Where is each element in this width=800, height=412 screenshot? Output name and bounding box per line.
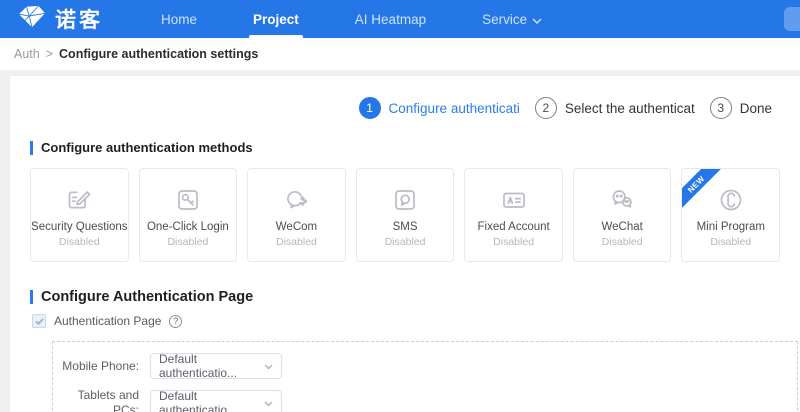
method-name: One-Click Login [146,221,229,233]
methods-section-header: Configure authentication methods [30,140,800,155]
step-1-configure: 1 Configure authenticati [358,97,520,119]
method-status: Disabled [601,236,643,248]
step-number: 2 [534,97,557,119]
chevron-down-icon [264,359,273,373]
content-panel: 1 Configure authenticati 2 Select the au… [10,76,800,412]
nav-item-label: Project [253,11,299,27]
card-security-questions[interactable]: Security Questions Disabled [30,168,129,262]
one-click-login-icon [172,182,204,218]
sms-icon [389,182,421,218]
step-label: Done [739,100,772,116]
top-navbar: 诺客 Home Project AI Heatmap Service [0,0,800,38]
breadcrumb-separator: > [45,47,54,61]
tablets-pcs-select[interactable]: Default authenticatio... [150,389,282,412]
auth-method-cards: Security Questions Disabled One-Click Lo… [30,168,781,262]
active-tab-indicator [249,35,303,38]
page-background: 1 Configure authenticati 2 Select the au… [0,70,800,412]
method-name: WeCom [275,221,318,233]
step-number: 1 [358,97,381,119]
card-sms[interactable]: SMS Disabled [355,168,455,262]
method-status: Disabled [58,236,100,248]
step-label: Configure authenticati [388,100,520,116]
steps-indicator: 1 Configure authenticati 2 Select the au… [10,76,800,119]
method-status: Disabled [276,236,317,248]
card-fixed-account[interactable]: Fixed Account Disabled [464,168,563,262]
mobile-phone-select[interactable]: Default authenticatio... [150,352,282,380]
new-badge: NEW [682,169,728,215]
mobile-phone-row: Mobile Phone: Default authenticatio... [53,352,797,380]
app-logo[interactable]: 诺客 [16,4,103,35]
nav-item-label: AI Heatmap [354,11,427,27]
breadcrumb-parent[interactable]: Auth [14,47,40,61]
fixed-account-icon [498,182,530,218]
step-3-done: 3 Done [709,97,772,119]
card-one-click-login[interactable]: One-Click Login Disabled [138,168,238,262]
method-name: Fixed Account [477,221,550,233]
field-label: Mobile Phone: [62,358,139,373]
chevron-down-icon [264,396,273,410]
method-status: Disabled [710,236,752,248]
method-status: Disabled [167,236,209,248]
card-mini-program[interactable]: NEW Mini Program Disabled [681,168,781,262]
navbar-edge-button[interactable] [784,7,800,31]
nav-item-service[interactable]: Service [454,0,570,38]
wechat-icon [606,182,638,218]
wecom-icon [280,182,312,218]
step-number: 3 [709,97,732,119]
method-status: Disabled [493,236,535,248]
section-title: Configure authentication methods [41,140,253,155]
auth-page-section-header: Configure Authentication Page [30,289,800,305]
tablets-pcs-row: Tablets and PCs: Default authenticatio..… [53,388,797,412]
gem-logo-icon [16,4,48,35]
chevron-down-icon [532,1,542,38]
method-name: Security Questions [31,221,128,233]
breadcrumb-current: Configure authentication settings [59,47,259,61]
new-badge-label: NEW [682,169,725,213]
nav-item-label: Home [161,11,198,27]
card-wechat[interactable]: WeChat Disabled [572,168,672,262]
logo-text: 诺客 [55,9,103,32]
step-label: Select the authenticat [564,100,695,116]
step-2-select: 2 Select the authenticat [534,97,695,119]
authentication-page-row: Authentication Page ? [32,314,800,328]
method-status: Disabled [384,236,426,248]
nav-item-label: Service [482,11,528,27]
help-icon[interactable]: ? [169,314,183,328]
nav-item-ai-heatmap[interactable]: AI Heatmap [327,0,454,38]
method-name: WeChat [601,221,643,233]
checkbox-label: Authentication Page [54,314,162,328]
authentication-page-checkbox[interactable] [32,314,46,328]
method-name: Mini Program [696,221,765,233]
nav-item-home[interactable]: Home [133,0,225,38]
section-accent-bar [30,290,33,304]
main-navigation: Home Project AI Heatmap Service [133,0,570,38]
breadcrumb: Auth > Configure authentication settings [0,38,800,70]
nav-item-project[interactable]: Project [225,0,327,38]
select-value: Default authenticatio... [159,352,238,380]
auth-page-config-area: Mobile Phone: Default authenticatio... T… [52,341,798,412]
card-wecom[interactable]: WeCom Disabled [247,168,346,262]
section-accent-bar [30,140,33,155]
security-questions-icon [63,182,95,218]
select-value: Default authenticatio... [159,389,238,412]
section-title: Configure Authentication Page [41,289,254,305]
method-name: SMS [392,221,418,233]
field-label: Tablets and PCs: [77,388,139,412]
